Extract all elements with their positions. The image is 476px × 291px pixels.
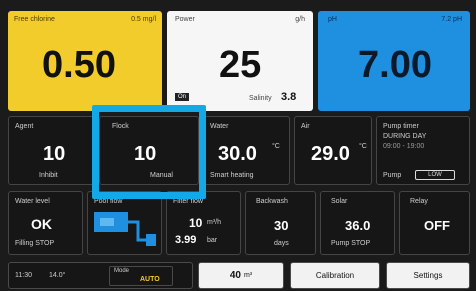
pump-timer-line2: 09:00 - 19:00: [383, 143, 425, 150]
free-chlorine-value: 0.50: [42, 44, 116, 86]
water-unit: °C: [272, 143, 280, 150]
flock-label: Flock: [112, 123, 129, 130]
filter-flow-unit: m³/h: [207, 219, 221, 226]
water-level-tile[interactable]: Water level OK Filling STOP: [8, 191, 83, 255]
water-temp-tile[interactable]: Water 30.0 °C Smart heating: [203, 116, 290, 185]
filter-pressure-unit: bar: [207, 237, 218, 244]
backwash-value: 30: [274, 218, 289, 233]
filter-flow-label: Filter flow: [173, 198, 203, 205]
relay-tile[interactable]: Relay OFF: [399, 191, 470, 255]
status-bar: 11:30 14.0° Mode AUTO: [8, 262, 193, 289]
backwash-label: Backwash: [256, 198, 288, 205]
volume-button[interactable]: 40 m³: [198, 262, 284, 289]
backwash-sub: days: [274, 240, 289, 247]
flock-sub: Manual: [150, 172, 173, 179]
calibration-button[interactable]: Calibration: [290, 262, 380, 289]
water-level-sub: Filling STOP: [15, 240, 55, 247]
pool-flow-diagram-icon: [94, 212, 156, 246]
air-unit: °C: [359, 143, 367, 150]
pool-flow-label: Pool flow: [94, 198, 123, 205]
solar-tile[interactable]: Solar 36.0 Pump STOP: [320, 191, 395, 255]
filter-flow-value: 10: [189, 216, 203, 230]
filter-pressure-value: 3.99: [175, 234, 197, 246]
pump-label: Pump: [383, 172, 402, 179]
water-sub: Smart heating: [210, 172, 254, 179]
solar-label: Solar: [331, 198, 348, 205]
status-temp: 14.0°: [49, 272, 66, 279]
agent-label: Agent: [15, 123, 34, 130]
mode-label: Mode: [114, 268, 130, 274]
pump-speed-toggle[interactable]: LOW: [415, 170, 455, 180]
water-value: 30.0: [218, 143, 257, 165]
relay-value: OFF: [424, 218, 450, 233]
backwash-tile[interactable]: Backwash 30 days: [245, 191, 316, 255]
pump-timer-line1: DURING DAY: [383, 133, 427, 140]
ph-setpoint: 7.2 pH: [441, 16, 462, 23]
air-label: Air: [301, 123, 310, 130]
ph-value: 7.00: [358, 44, 432, 86]
power-unit: g/h: [295, 16, 305, 23]
salinity-value: 3.8: [281, 91, 297, 103]
volume-value: 40: [229, 270, 241, 281]
volume-unit: m³: [243, 272, 253, 279]
agent-value: 10: [43, 143, 66, 165]
water-level-value: OK: [31, 216, 52, 232]
ph-label: pH: [328, 16, 337, 23]
pump-timer-label: Pump timer: [383, 123, 419, 130]
mode-value: AUTO: [140, 276, 160, 283]
mode-indicator[interactable]: Mode AUTO: [109, 266, 173, 286]
status-time: 11:30: [15, 272, 32, 279]
power-on-badge: On: [175, 93, 190, 101]
settings-button[interactable]: Settings: [386, 262, 470, 289]
air-value: 29.0: [311, 143, 350, 165]
solar-value: 36.0: [345, 218, 371, 233]
relay-label: Relay: [410, 198, 428, 205]
pool-flow-tile[interactable]: Pool flow: [87, 191, 162, 255]
free-chlorine-label: Free chlorine: [14, 16, 55, 23]
power-label: Power: [175, 16, 195, 23]
agent-tile[interactable]: Agent 10 Inhibit: [8, 116, 95, 185]
flock-tile[interactable]: Flock 10 Manual: [99, 116, 199, 185]
water-label: Water: [210, 123, 229, 130]
agent-sub: Inhibit: [39, 172, 58, 179]
power-value: 25: [219, 44, 262, 86]
power-tile[interactable]: Power g/h 25 On Salinity 3.8: [167, 11, 313, 111]
air-temp-tile[interactable]: Air 29.0 °C: [294, 116, 372, 185]
solar-sub: Pump STOP: [331, 240, 371, 247]
pump-timer-tile[interactable]: Pump timer DURING DAY 09:00 - 19:00 Pump…: [376, 116, 470, 185]
free-chlorine-tile[interactable]: Free chlorine 0.5 mg/l 0.50: [8, 11, 162, 111]
salinity-label: Salinity: [249, 95, 272, 102]
water-level-label: Water level: [15, 198, 50, 205]
filter-flow-tile[interactable]: Filter flow 10 m³/h 3.99 bar: [166, 191, 241, 255]
free-chlorine-setpoint: 0.5 mg/l: [131, 16, 156, 23]
flock-value: 10: [134, 143, 157, 165]
ph-tile[interactable]: pH 7.2 pH 7.00: [318, 11, 470, 111]
